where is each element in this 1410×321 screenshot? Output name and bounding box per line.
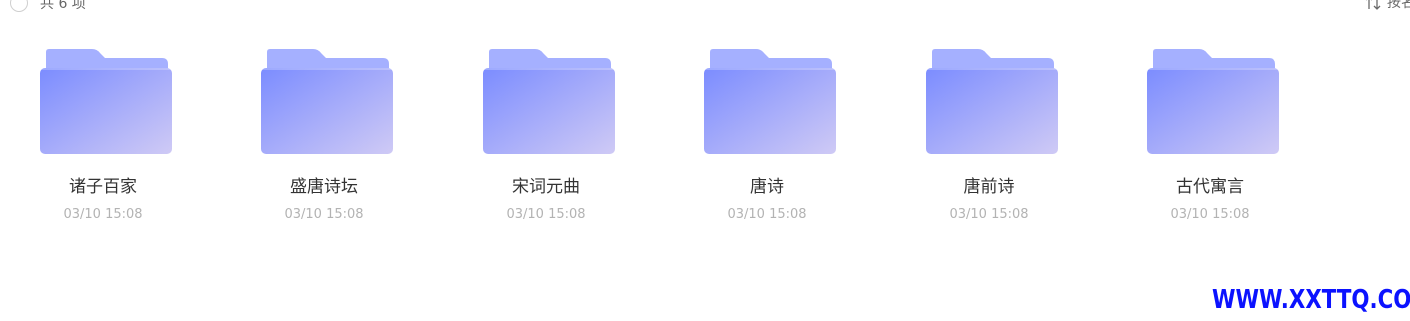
folder-item[interactable]: 古代寓言 03/10 15:08 [1110, 45, 1310, 235]
item-count: 共 6 项 [40, 0, 86, 12]
folder-item[interactable]: 盛唐诗坛 03/10 15:08 [224, 45, 424, 235]
folder-grid: 诸子百家 03/10 15:08 盛唐诗坛 03/10 15:08 宋词元曲 0… [0, 45, 1410, 245]
folder-time: 03/10 15:08 [63, 207, 143, 222]
folder-time: 03/10 15:08 [506, 207, 586, 222]
folder-item[interactable]: 宋词元曲 03/10 15:08 [446, 45, 646, 235]
folder-name: 诸子百家 [69, 177, 137, 197]
folder-name: 盛唐诗坛 [290, 177, 358, 197]
folder-time: 03/10 15:08 [1170, 207, 1250, 222]
select-all-checkbox[interactable] [10, 0, 28, 12]
folder-icon [261, 49, 393, 154]
list-header: 共 6 项 按名 [0, 0, 1410, 22]
sort-button[interactable]: 按名 [1365, 0, 1410, 11]
watermark: WWW.XXTTQ.COM [1212, 285, 1410, 315]
folder-time: 03/10 15:08 [727, 207, 807, 222]
folder-icon [926, 49, 1058, 154]
folder-item[interactable]: 唐前诗 03/10 15:08 [889, 45, 1089, 235]
folder-icon [1147, 49, 1279, 154]
folder-time: 03/10 15:08 [284, 207, 364, 222]
folder-item[interactable]: 唐诗 03/10 15:08 [667, 45, 867, 235]
folder-name: 宋词元曲 [512, 177, 580, 197]
folder-icon [704, 49, 836, 154]
folder-icon [483, 49, 615, 154]
sort-label: 按名 [1387, 0, 1410, 11]
folder-item[interactable]: 诸子百家 03/10 15:08 [3, 45, 203, 235]
folder-name: 古代寓言 [1176, 177, 1244, 197]
folder-name: 唐前诗 [963, 177, 1015, 197]
sort-arrows-icon [1366, 0, 1381, 10]
folder-icon [40, 49, 172, 154]
folder-name: 唐诗 [750, 177, 784, 197]
folder-time: 03/10 15:08 [949, 207, 1029, 222]
